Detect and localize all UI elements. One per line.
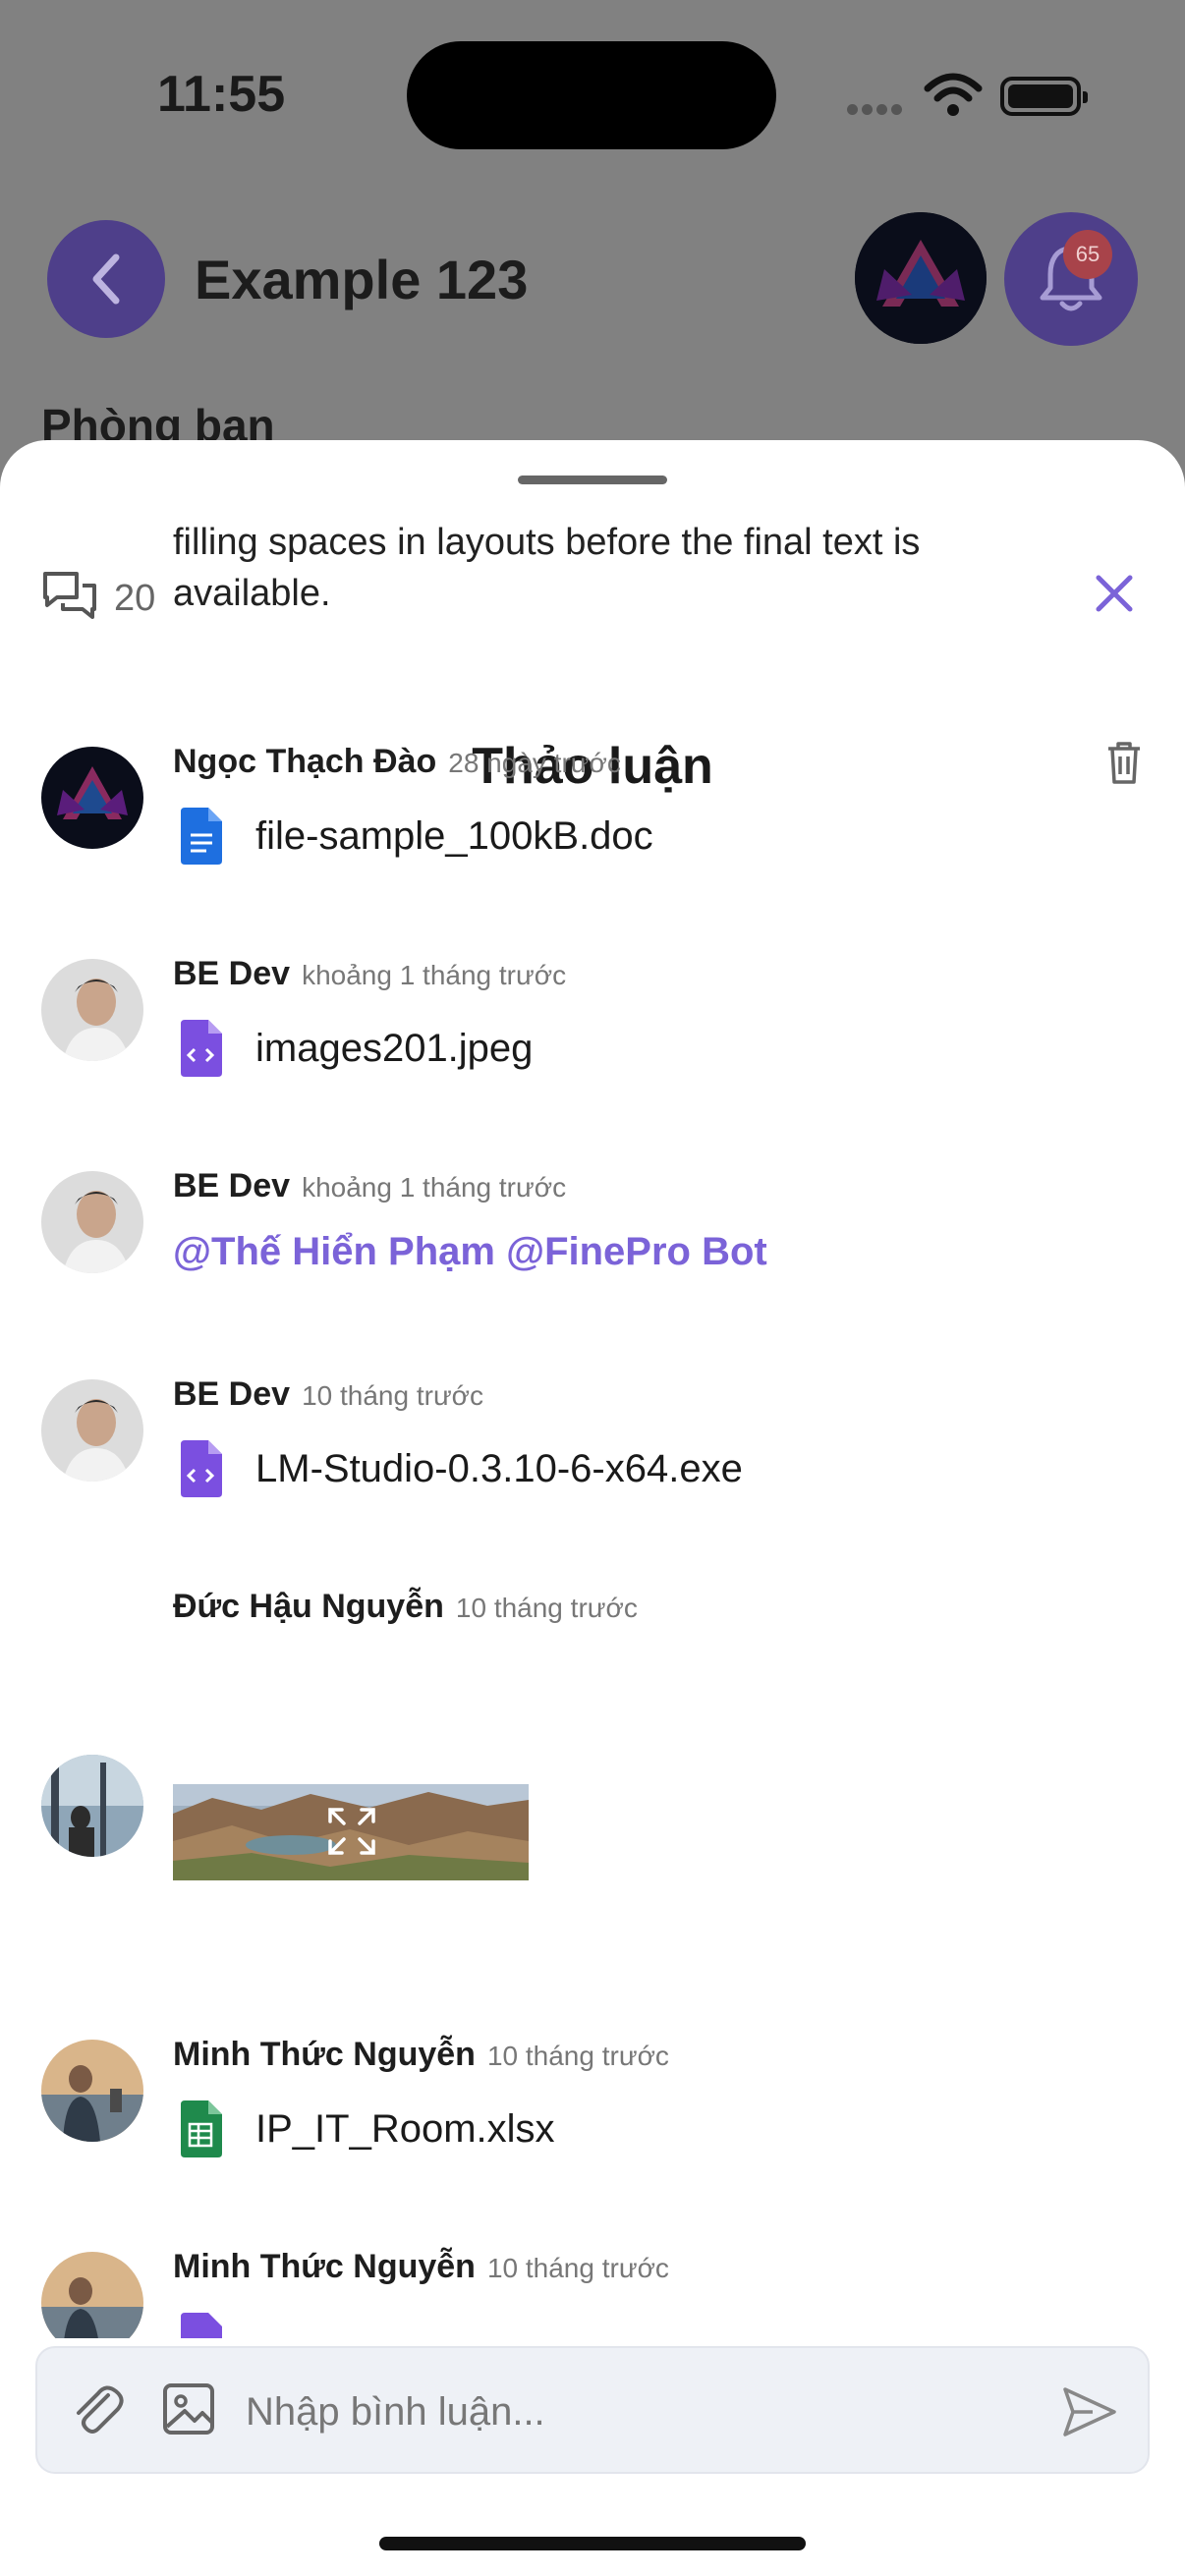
sheet-grabber[interactable] [518, 476, 667, 484]
comment-author: BE Dev [173, 1167, 291, 1204]
comment-meta: BE Dev 10 tháng trước [173, 1375, 483, 1414]
comments-icon [43, 572, 96, 619]
page-title: Example 123 [195, 249, 529, 310]
status-time: 11:55 [157, 66, 286, 123]
avatar[interactable] [41, 2040, 143, 2142]
attachment-name: IP_IT_Room.xlsx [255, 2106, 555, 2151]
comment-time: khoảng 1 tháng trước [302, 1172, 567, 1203]
profile-avatar[interactable] [855, 212, 987, 344]
avatar[interactable] [41, 1171, 143, 1273]
comment-meta: BE Dev khoảng 1 tháng trước [173, 1167, 566, 1205]
avatar-art [41, 1755, 143, 1857]
task-description: filling spaces in layouts before the fin… [173, 517, 1057, 619]
comment-author: Đức Hậu Nguyễn [173, 1588, 444, 1625]
sheet-file-icon [181, 2100, 222, 2157]
avatar-art [41, 2040, 143, 2142]
task-description-line-1: filling spaces in layouts before the fin… [173, 522, 921, 563]
discussion-sheet: 20 filling spaces in layouts before the … [0, 440, 1185, 2576]
avatar[interactable] [41, 959, 143, 1061]
close-icon[interactable] [1089, 568, 1140, 619]
comment-count: 20 [114, 578, 156, 619]
comment-author: BE Dev [173, 1375, 291, 1413]
comment-author: Minh Thức Nguyễn [173, 2248, 476, 2285]
comment-meta: Minh Thức Nguyễn 10 tháng trước [173, 2036, 669, 2074]
avatar-art [855, 212, 987, 344]
comment-time: 10 tháng trước [486, 2253, 669, 2283]
comment-meta: Đức Hậu Nguyễn 10 tháng trước [173, 1588, 638, 1626]
attachment[interactable]: images201.jpeg [177, 1018, 533, 1079]
expand-icon[interactable] [326, 1806, 377, 1857]
attachment[interactable]: file-sample_100kB.doc [177, 806, 653, 867]
comment-input[interactable] [246, 2383, 992, 2440]
comment-composer [35, 2346, 1150, 2474]
avatar-art [41, 2252, 143, 2338]
comment-time: 28 ngày trước [448, 748, 621, 778]
comment-time: khoảng 1 tháng trước [302, 960, 567, 990]
back-button[interactable] [47, 220, 165, 338]
avatar-art [41, 1379, 143, 1482]
comment-author: Minh Thức Nguyễn [173, 2036, 476, 2073]
comment-meta: Minh Thức Nguyễn 10 tháng trước [173, 2248, 669, 2286]
avatar[interactable] [41, 1755, 143, 1857]
battery-icon [1000, 77, 1088, 116]
comment-meta: Ngọc Thạch Đào 28 ngày trước [173, 743, 621, 781]
cellular-signal-icon [847, 102, 906, 116]
comment-author: BE Dev [173, 955, 291, 992]
send-icon[interactable] [1059, 2383, 1120, 2440]
attachment-name: LM-Studio-0.3.10-6-x64.exe [255, 1446, 743, 1490]
image-attachment[interactable] [173, 1784, 529, 1880]
attachment[interactable]: LM-Studio-0.3.10-6-x64.exe [177, 1438, 743, 1499]
comment-meta: BE Dev khoảng 1 tháng trước [173, 955, 566, 993]
status-bar: 11:55 [0, 0, 1185, 196]
dynamic-island [407, 41, 776, 149]
avatar-art [41, 959, 143, 1061]
code-file-icon [181, 1440, 222, 1497]
mention-text[interactable]: @Thế Hiển Phạm @FinePro Bot [173, 1230, 767, 1274]
attachment-name: file-sample_100kB.doc [255, 813, 653, 858]
attachment-name: images201.jpeg [255, 1026, 534, 1070]
comment-time: 10 tháng trước [302, 1380, 484, 1411]
attachment[interactable] [177, 2311, 224, 2338]
comment-list[interactable]: Ngọc Thạch Đào 28 ngày trước file-sample_… [0, 735, 1185, 2338]
notification-badge: 65 [1063, 230, 1112, 279]
trash-icon[interactable] [1102, 739, 1146, 786]
avatar[interactable] [41, 747, 143, 849]
attachment[interactable]: IP_IT_Room.xlsx [177, 2099, 555, 2159]
comment-author: Ngọc Thạch Đào [173, 743, 437, 780]
avatar[interactable] [41, 1379, 143, 1482]
home-indicator [379, 2537, 806, 2550]
avatar-art [41, 1171, 143, 1273]
doc-file-icon [181, 808, 222, 865]
image-icon[interactable] [159, 2380, 218, 2438]
avatar[interactable] [41, 2252, 143, 2338]
notifications-button[interactable] [1004, 212, 1138, 346]
task-description-line-2: available. [173, 573, 331, 614]
attach-icon[interactable] [69, 2381, 128, 2440]
code-file-icon [181, 1020, 222, 1077]
sheet-header: 20 filling spaces in layouts before the … [0, 522, 1185, 795]
avatar-art [41, 747, 143, 849]
comment-time: 10 tháng trước [486, 2041, 669, 2071]
wifi-icon [924, 73, 983, 116]
back-icon [92, 253, 120, 305]
code-file-icon [181, 2313, 222, 2338]
comment-time: 10 tháng trước [455, 1593, 638, 1623]
